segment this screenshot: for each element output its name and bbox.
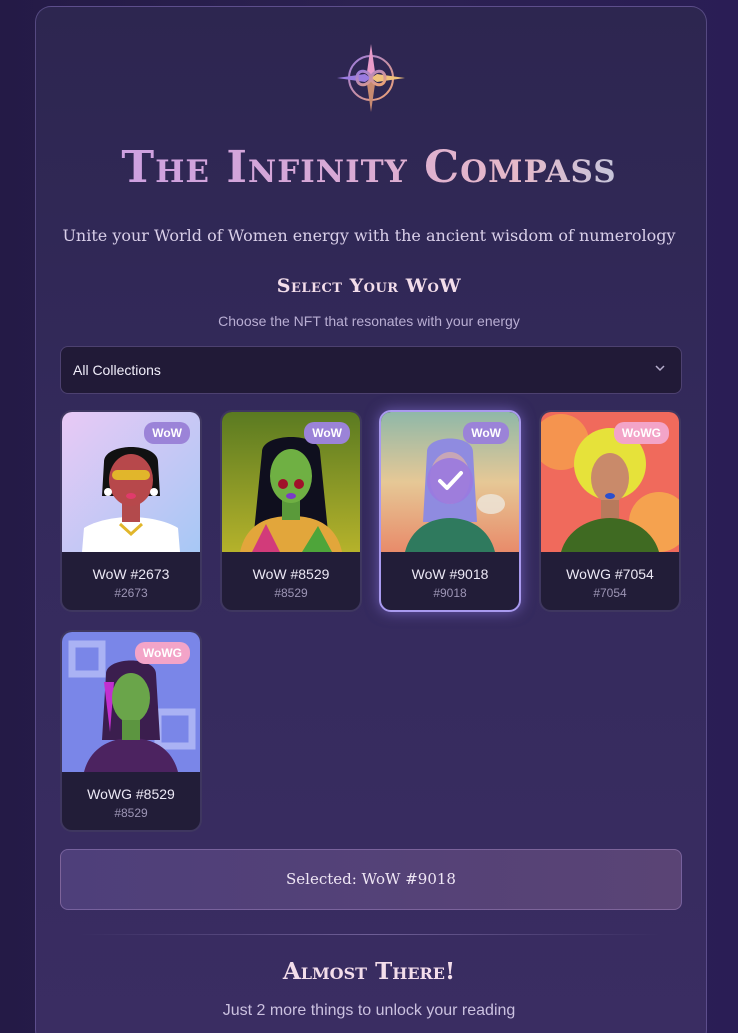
nft-name: WoW #8529 <box>252 566 330 582</box>
nft-card[interactable]: WoW WoW #8529 #8529 <box>220 410 362 612</box>
nft-number: #2673 <box>114 586 148 600</box>
nft-number: #7054 <box>593 586 627 600</box>
nft-card[interactable]: WoWG WoWG #8529 #8529 <box>60 630 202 832</box>
selected-nft-banner: Selected: WoW #9018 <box>60 849 682 910</box>
nft-number: #8529 <box>274 586 308 600</box>
select-section-title: Select Your WoW <box>276 275 462 297</box>
infinity-compass-icon <box>337 44 405 112</box>
app-subtitle: Unite your World of Women energy with th… <box>62 226 676 245</box>
nft-number: #8529 <box>114 806 148 820</box>
nft-card-selected[interactable]: WoW WoW #9018 #9018 <box>379 410 521 612</box>
collection-badge: WoW <box>144 422 190 444</box>
chevron-down-icon <box>655 365 665 372</box>
section-divider <box>80 934 660 935</box>
next-step-subtitle: Just 2 more things to unlock your readin… <box>222 1002 516 1019</box>
nft-name: WoW #2673 <box>92 566 170 582</box>
nft-card[interactable]: WoWG WoWG #7054 #7054 <box>539 410 681 612</box>
nft-number: #9018 <box>433 586 467 600</box>
collection-filter-select[interactable]: All Collections <box>60 346 682 394</box>
app-title: The Infinity Compass <box>0 142 738 193</box>
collection-filter-value: All Collections <box>73 362 161 378</box>
nft-card[interactable]: WoW WoW #2673 #2673 <box>60 410 202 612</box>
nft-name: WoWG #8529 <box>87 786 175 802</box>
select-section-subtitle: Choose the NFT that resonates with your … <box>218 313 520 329</box>
collection-badge: WoW <box>304 422 350 444</box>
next-step-title: Almost There! <box>282 958 456 985</box>
collection-badge: WoWG <box>134 642 190 664</box>
collection-badge: WoW <box>463 422 509 444</box>
collection-badge: WoWG <box>613 422 669 444</box>
nft-name: WoW #9018 <box>411 566 489 582</box>
nft-name: WoWG #7054 <box>566 566 654 582</box>
